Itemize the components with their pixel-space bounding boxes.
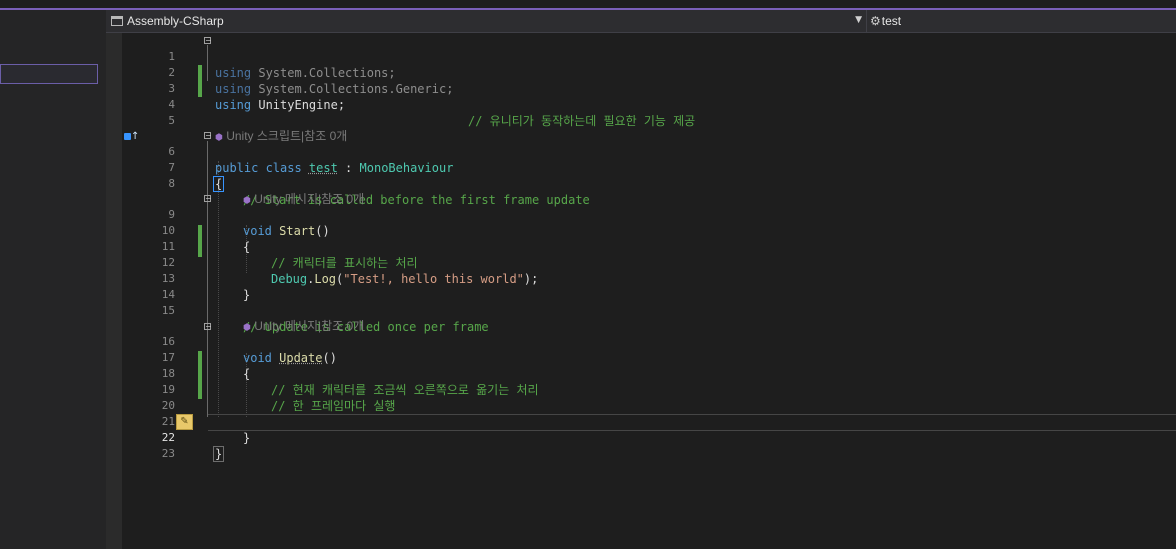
code-line: 8 // Start is called before the first fr…	[122, 160, 1176, 207]
chevron-down-icon[interactable]: ▼	[855, 15, 862, 25]
project-name: Assembly-CSharp	[127, 14, 224, 28]
code-line: 22 }	[122, 414, 1176, 462]
navigation-bar: Assembly-CSharp ▼ ⚙ test	[106, 10, 1176, 33]
code-line: 16 void Update()	[122, 318, 1176, 365]
code-line: 6 public class test : MonoBehaviour	[122, 128, 1176, 175]
code-line: 7 {	[122, 144, 1176, 192]
member-name: test	[881, 14, 902, 28]
codelens-line: ⬢ Unity 메시지|참조 0개	[122, 175, 1176, 206]
member-dropdown[interactable]: ⚙ test	[868, 10, 1176, 32]
codelens-line: ⬢ Unity 스크립트|참조 0개	[122, 112, 1176, 143]
code-line: 4	[122, 81, 1176, 111]
code-line: 19 // 한 프레임마다 실행	[122, 366, 1176, 413]
class-member-icon: ⚙	[870, 14, 881, 28]
code-line: 2 using System.Collections.Generic;	[122, 49, 1176, 96]
code-line: 20	[122, 382, 1176, 412]
code-line: 3 using UnityEngine; // 유니티가 동작하는데 필요한 기…	[122, 65, 1176, 128]
csharp-project-icon	[111, 16, 123, 26]
code-line: 9 void Start()	[122, 191, 1176, 238]
codelens-line: ⬢ Unity 메시지|참조 0개	[122, 302, 1176, 333]
project-dropdown[interactable]: Assembly-CSharp ▼	[109, 10, 867, 32]
code-line: 10 {	[122, 207, 1176, 254]
editor-margin	[106, 33, 122, 549]
code-line: 21 }	[122, 398, 1176, 445]
code-line: 14	[122, 271, 1176, 301]
code-editor[interactable]: − − − − ↑ ✎ 1 using System.Collections; …	[122, 33, 1176, 549]
code-line: 15 // Update is called once per frame	[122, 287, 1176, 334]
brace: }	[213, 446, 225, 462]
code-line: 11 // 캐릭터를 표시하는 처리	[122, 223, 1176, 270]
code-line: 1 using System.Collections;	[122, 33, 1176, 80]
line-number: 23	[161, 447, 175, 460]
code-line: 5	[122, 97, 1176, 127]
solution-explorer-panel	[0, 10, 106, 549]
code-line: 12 Debug.Log("Test!, hello this world");	[122, 239, 1176, 286]
code-line: 13 }	[122, 255, 1176, 302]
search-input[interactable]	[0, 64, 98, 84]
code-line: 18 // 현재 캐릭터를 조금씩 오른쪽으로 옮기는 처리	[122, 350, 1176, 397]
code-line: 23	[122, 430, 1176, 460]
code-line: 17 {	[122, 334, 1176, 381]
